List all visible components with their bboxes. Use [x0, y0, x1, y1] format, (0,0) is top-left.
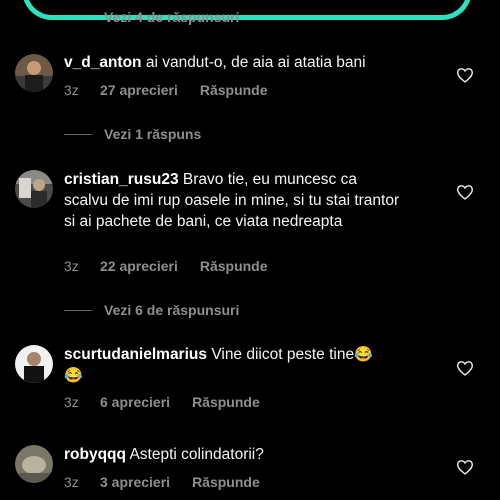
comment-meta: 3z 22 aprecieri Răspunde: [64, 258, 268, 274]
comment-meta: 3z 6 aprecieri Răspunde: [64, 394, 260, 410]
comment-body: scurtudanielmarius Vine diicot peste tin…: [64, 344, 404, 386]
comment-meta: 3z 3 aprecieri Răspunde: [64, 474, 260, 490]
comment-username[interactable]: v_d_anton: [64, 54, 142, 71]
comment-body: cristian_rusu23 Bravo tie, eu muncesc ca…: [64, 169, 404, 232]
view-replies-button[interactable]: Vezi 4 de răspunsuri: [64, 9, 239, 25]
reply-button[interactable]: Răspunde: [192, 474, 260, 490]
avatar[interactable]: [15, 445, 53, 483]
reply-button[interactable]: Răspunde: [192, 394, 260, 410]
heart-icon: [456, 361, 474, 376]
comment-meta: 3z 27 aprecieri Răspunde: [64, 82, 268, 98]
avatar[interactable]: [15, 54, 53, 92]
comment-username[interactable]: cristian_rusu23: [64, 171, 179, 188]
comment-likes[interactable]: 3 aprecieri: [100, 474, 170, 490]
comment-text: Astepti colindatorii?: [129, 446, 264, 463]
view-replies-label: Vezi 4 de răspunsuri: [104, 9, 240, 25]
avatar-icon: [15, 445, 53, 483]
comment-body: v_d_anton ai vandut-o, de aia ai atatia …: [64, 52, 404, 73]
laughing-emoji: 😂: [354, 346, 373, 363]
avatar-icon: [15, 170, 53, 208]
heart-icon: [456, 185, 474, 200]
comment-likes[interactable]: 27 aprecieri: [100, 82, 178, 98]
comment-body: robyqqq Astepti colindatorii?: [64, 444, 404, 465]
reply-button[interactable]: Răspunde: [200, 258, 268, 274]
avatar-icon: [15, 54, 53, 92]
comment-text: Vine diicot peste tine: [211, 346, 355, 363]
comment-time: 3z: [64, 258, 79, 274]
divider-line: [64, 133, 92, 135]
comment-time: 3z: [64, 474, 79, 490]
comment-username[interactable]: scurtudanielmarius: [64, 346, 207, 363]
like-button[interactable]: [456, 360, 474, 376]
avatar[interactable]: [15, 170, 53, 208]
comment-likes[interactable]: 6 aprecieri: [100, 394, 170, 410]
like-button[interactable]: [456, 184, 474, 200]
view-replies-label: Vezi 6 de răspunsuri: [104, 302, 240, 318]
avatar-icon: [15, 345, 53, 383]
reply-button[interactable]: Răspunde: [200, 82, 268, 98]
comment-text: ai vandut-o, de aia ai atatia bani: [145, 54, 366, 71]
comment-time: 3z: [64, 394, 79, 410]
avatar[interactable]: [15, 345, 53, 383]
laughing-emoji: 😂: [64, 367, 83, 384]
divider-line: [64, 309, 92, 311]
comment-time: 3z: [64, 82, 79, 98]
like-button[interactable]: [456, 67, 474, 83]
view-replies-button[interactable]: Vezi 1 răspuns: [64, 126, 201, 142]
comment-username[interactable]: robyqqq: [64, 446, 126, 463]
comment-likes[interactable]: 22 aprecieri: [100, 258, 178, 274]
view-replies-label: Vezi 1 răspuns: [104, 126, 202, 142]
view-replies-button[interactable]: Vezi 6 de răspunsuri: [64, 302, 239, 318]
like-button[interactable]: [456, 459, 474, 475]
heart-icon: [456, 68, 474, 83]
heart-icon: [456, 460, 474, 475]
